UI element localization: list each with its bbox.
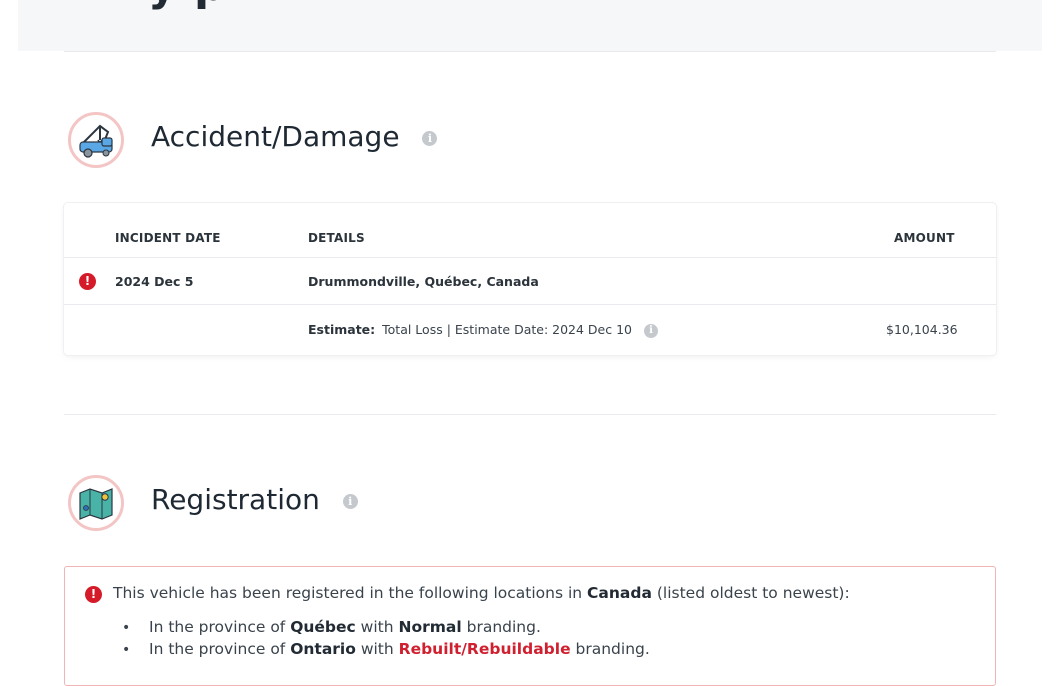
accident-section-title: Accident/Damage i (151, 120, 438, 153)
row-divider (64, 257, 996, 258)
item-pre: In the province of (149, 640, 291, 658)
registration-item: In the province of Québec with Normal br… (149, 618, 541, 636)
item-brand: Rebuilt/Rebuildable (398, 640, 571, 658)
col-incident-date: INCIDENT DATE (115, 231, 221, 245)
row-divider (64, 304, 996, 305)
registration-section-title: Registration i (151, 483, 358, 516)
report-title-partial: y p (148, 0, 227, 11)
incident-date: 2024 Dec 5 (115, 274, 194, 289)
registration-title-text: Registration (151, 483, 320, 516)
item-post: branding. (570, 640, 650, 658)
estimate-label: Estimate: (308, 322, 376, 337)
alert-icon: ! (85, 586, 102, 603)
item-pre: In the province of (149, 618, 291, 636)
registration-section-header: Registration i (64, 475, 996, 545)
info-icon[interactable]: i (422, 130, 438, 146)
bullet: • (122, 620, 131, 636)
map-icon (68, 475, 124, 531)
item-post: branding. (461, 618, 541, 636)
registration-alert-box: ! This vehicle has been registered in th… (64, 566, 996, 686)
estimate-amount: $10,104.36 (886, 322, 958, 337)
item-brand: Normal (398, 618, 462, 636)
intro-country: Canada (587, 584, 652, 602)
estimate-text: Total Loss | Estimate Date: 2024 Dec 10 (382, 322, 632, 337)
info-icon[interactable]: i (643, 323, 658, 338)
item-province: Ontario (290, 640, 356, 658)
divider (64, 51, 996, 52)
accident-title-text: Accident/Damage (151, 120, 400, 153)
info-icon[interactable]: i (342, 493, 358, 509)
accident-table: INCIDENT DATE DETAILS AMOUNT ! 2024 Dec … (64, 203, 996, 355)
tow-truck-icon (68, 112, 124, 168)
item-mid: with (355, 640, 399, 658)
col-amount: AMOUNT (894, 231, 955, 245)
intro-post: (listed oldest to newest): (651, 584, 850, 602)
report-header-band: y p (18, 0, 1042, 51)
registration-item: In the province of Ontario with Rebuilt/… (149, 640, 650, 658)
alert-icon: ! (79, 273, 96, 290)
incident-location: Drummondville, Québec, Canada (308, 274, 539, 289)
col-details: DETAILS (308, 231, 365, 245)
accident-section-header: Accident/Damage i (64, 112, 996, 182)
estimate-row: Estimate: Total Loss | Estimate Date: 20… (308, 322, 658, 338)
item-mid: with (355, 618, 399, 636)
item-province: Québec (290, 618, 356, 636)
intro-pre: This vehicle has been registered in the … (113, 584, 588, 602)
bullet: • (122, 642, 131, 658)
divider (64, 414, 996, 415)
registration-intro: This vehicle has been registered in the … (113, 584, 850, 602)
